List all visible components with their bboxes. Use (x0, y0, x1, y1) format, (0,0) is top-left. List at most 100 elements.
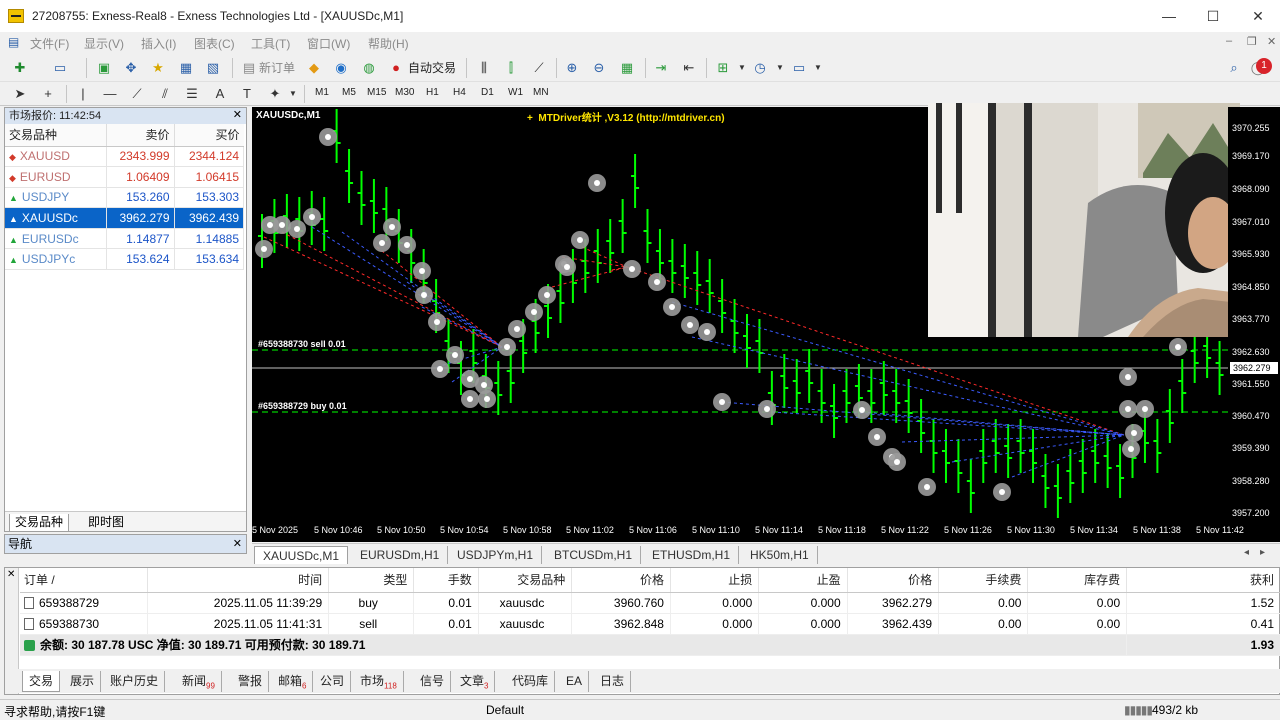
market-watch-icon[interactable]: ▣ (94, 58, 114, 78)
timeframe-m1[interactable]: M1 (315, 87, 329, 98)
timeframe-m15[interactable]: M15 (367, 87, 386, 98)
maximize-button[interactable]: ☐ (1198, 6, 1228, 26)
terminal-tab[interactable]: 文章3 (454, 671, 496, 692)
zoom-in-icon[interactable]: ⊕ (562, 58, 582, 78)
trendline-icon[interactable]: ⟋ (127, 84, 147, 104)
signals-icon[interactable]: ◉ (331, 58, 351, 78)
market-watch-row[interactable]: ▲ USDJPY 153.260 153.303 (5, 187, 244, 209)
column-header[interactable]: 时间 (147, 568, 330, 593)
timeframe-m5[interactable]: M5 (342, 87, 356, 98)
close-icon[interactable]: ✕ (7, 569, 15, 580)
timeframe-d1[interactable]: D1 (481, 87, 494, 98)
column-header[interactable]: 价格 (847, 568, 940, 593)
chart-tab-hk50m[interactable]: HK50m,H1 (742, 546, 818, 564)
line-chart-icon[interactable]: ⟋ (529, 58, 549, 78)
metaeditor-icon[interactable]: ◆ (304, 58, 324, 78)
terminal-tab[interactable]: 代码库 (506, 671, 556, 692)
menu-charts[interactable]: 图表(C) (194, 35, 235, 52)
periods-dropdown-icon[interactable]: ▼ (770, 58, 790, 78)
column-header[interactable]: 获利 (1126, 568, 1280, 593)
tab-symbols[interactable]: 交易品种 (9, 514, 70, 532)
tile-windows-icon[interactable]: ▦ (617, 58, 637, 78)
bar-chart-icon[interactable]: ⫼ (474, 58, 494, 78)
menu-help[interactable]: 帮助(H) (368, 35, 409, 52)
vertical-line-icon[interactable]: | (73, 84, 93, 104)
close-icon[interactable]: ✕ (233, 535, 242, 553)
column-bid[interactable]: 卖价 (106, 124, 175, 147)
chart-tab-eurusdm[interactable]: EURUSDm,H1 (352, 546, 449, 564)
terminal-tab[interactable]: 日志 (594, 671, 632, 692)
close-button[interactable]: ✕ (1243, 6, 1273, 26)
terminal-tab[interactable]: 信号 (414, 671, 452, 692)
column-header[interactable]: 手续费 (938, 568, 1029, 593)
fibonacci-icon[interactable]: ☰ (182, 84, 202, 104)
column-ask[interactable]: 买价 (174, 124, 244, 147)
timeframe-mn[interactable]: MN (533, 87, 549, 98)
chart-shift-icon[interactable]: ⇤ (679, 58, 699, 78)
indicators-dropdown-icon[interactable]: ▼ (732, 58, 752, 78)
mdi-restore-icon[interactable]: ❐ (1247, 35, 1257, 48)
tab-scroll-left-icon[interactable]: ◂ (1244, 547, 1249, 558)
tab-tick-chart[interactable]: 即时图 (83, 514, 129, 532)
profiles-icon[interactable]: ▭ (50, 58, 70, 78)
terminal-tab[interactable]: 交易 (22, 671, 61, 692)
chart-tab-xauusdc[interactable]: XAUUSDc,M1 (254, 546, 349, 564)
data-window-icon[interactable]: ✥ (121, 58, 141, 78)
auto-trading-button[interactable]: 自动交易 (408, 59, 456, 76)
close-icon[interactable]: ✕ (233, 108, 242, 121)
menu-insert[interactable]: 插入(I) (141, 35, 176, 52)
templates-icon[interactable]: ▭ (789, 58, 809, 78)
minimize-button[interactable]: — (1154, 6, 1184, 26)
timeframe-h1[interactable]: H1 (426, 87, 439, 98)
timeframe-w1[interactable]: W1 (508, 87, 523, 98)
zoom-out-icon[interactable]: ⊖ (589, 58, 609, 78)
terminal-tab[interactable]: 市场118 (354, 671, 404, 692)
horizontal-line-icon[interactable]: — (100, 84, 120, 104)
mdi-close-icon[interactable]: ✕ (1267, 35, 1276, 48)
indicators-icon[interactable]: ⊞ (713, 58, 733, 78)
column-header[interactable]: 手数 (413, 568, 479, 593)
menu-tools[interactable]: 工具(T) (251, 35, 290, 52)
search-icon[interactable]: ⌕ (1224, 58, 1244, 78)
terminal-tab[interactable]: 新闻99 (176, 671, 222, 692)
periods-icon[interactable]: ◷ (750, 58, 770, 78)
column-header[interactable]: 类型 (328, 568, 415, 593)
new-order-icon[interactable]: ▤ (239, 58, 259, 78)
chart-tab-ethusdm[interactable]: ETHUSDm,H1 (644, 546, 740, 564)
label-icon[interactable]: T (237, 84, 257, 104)
auto-trading-icon[interactable]: ● (386, 58, 406, 78)
market-watch-row[interactable]: ▲ USDJPYc 153.624 153.634 (5, 248, 244, 271)
timeframe-m30[interactable]: M30 (395, 87, 414, 98)
market-icon[interactable]: ◍ (359, 58, 379, 78)
column-header[interactable]: 库存费 (1027, 568, 1128, 593)
chart-tab-usdjpym[interactable]: USDJPYm,H1 (449, 546, 543, 564)
column-header[interactable]: 交易品种 (478, 568, 573, 593)
new-order-button[interactable]: 新订单 (259, 59, 295, 76)
crosshair-icon[interactable]: + (38, 84, 58, 104)
terminal-tab[interactable]: EA (560, 671, 590, 692)
text-icon[interactable]: A (210, 84, 230, 104)
terminal-tab[interactable]: 警报 (232, 671, 270, 692)
column-header[interactable]: 价格 (571, 568, 671, 593)
chart-tab-btcusdm[interactable]: BTCUSDm,H1 (546, 546, 642, 564)
order-row[interactable]: 659388730 2025.11.05 11:41:31 sell 0.01 xauu… (20, 613, 1280, 635)
candlestick-icon[interactable]: ⫿ (501, 58, 521, 78)
terminal-icon[interactable]: ▦ (176, 58, 196, 78)
market-watch-row[interactable]: ▲ EURUSDc 1.14877 1.14885 (5, 228, 244, 250)
menu-file[interactable]: 文件(F) (30, 35, 69, 52)
terminal-tab[interactable]: 公司 (314, 671, 352, 692)
column-header[interactable]: 止损 (670, 568, 760, 593)
terminal-tab[interactable]: 账户历史 (104, 671, 166, 692)
cursor-icon[interactable]: ➤ (10, 84, 30, 104)
terminal-tab[interactable]: 邮箱6 (272, 671, 314, 692)
channel-icon[interactable]: ⫽ (155, 84, 175, 104)
tester-icon[interactable]: ▧ (203, 58, 223, 78)
new-chart-icon[interactable]: ✚ (10, 58, 30, 78)
menu-window[interactable]: 窗口(W) (307, 35, 350, 52)
templates-dropdown-icon[interactable]: ▼ (808, 58, 828, 78)
navigator-icon[interactable]: ★ (148, 58, 168, 78)
price-scale[interactable]: 3962.279 3970.255 3969.170 3968.090 3967.01… (1228, 107, 1280, 522)
column-header[interactable]: 止盈 (758, 568, 848, 593)
market-watch-row[interactable]: ◆ EURUSD 1.06409 1.06415 (5, 166, 244, 188)
market-watch-row[interactable]: ▲ XAUUSDc 3962.279 3962.439 (5, 207, 244, 229)
